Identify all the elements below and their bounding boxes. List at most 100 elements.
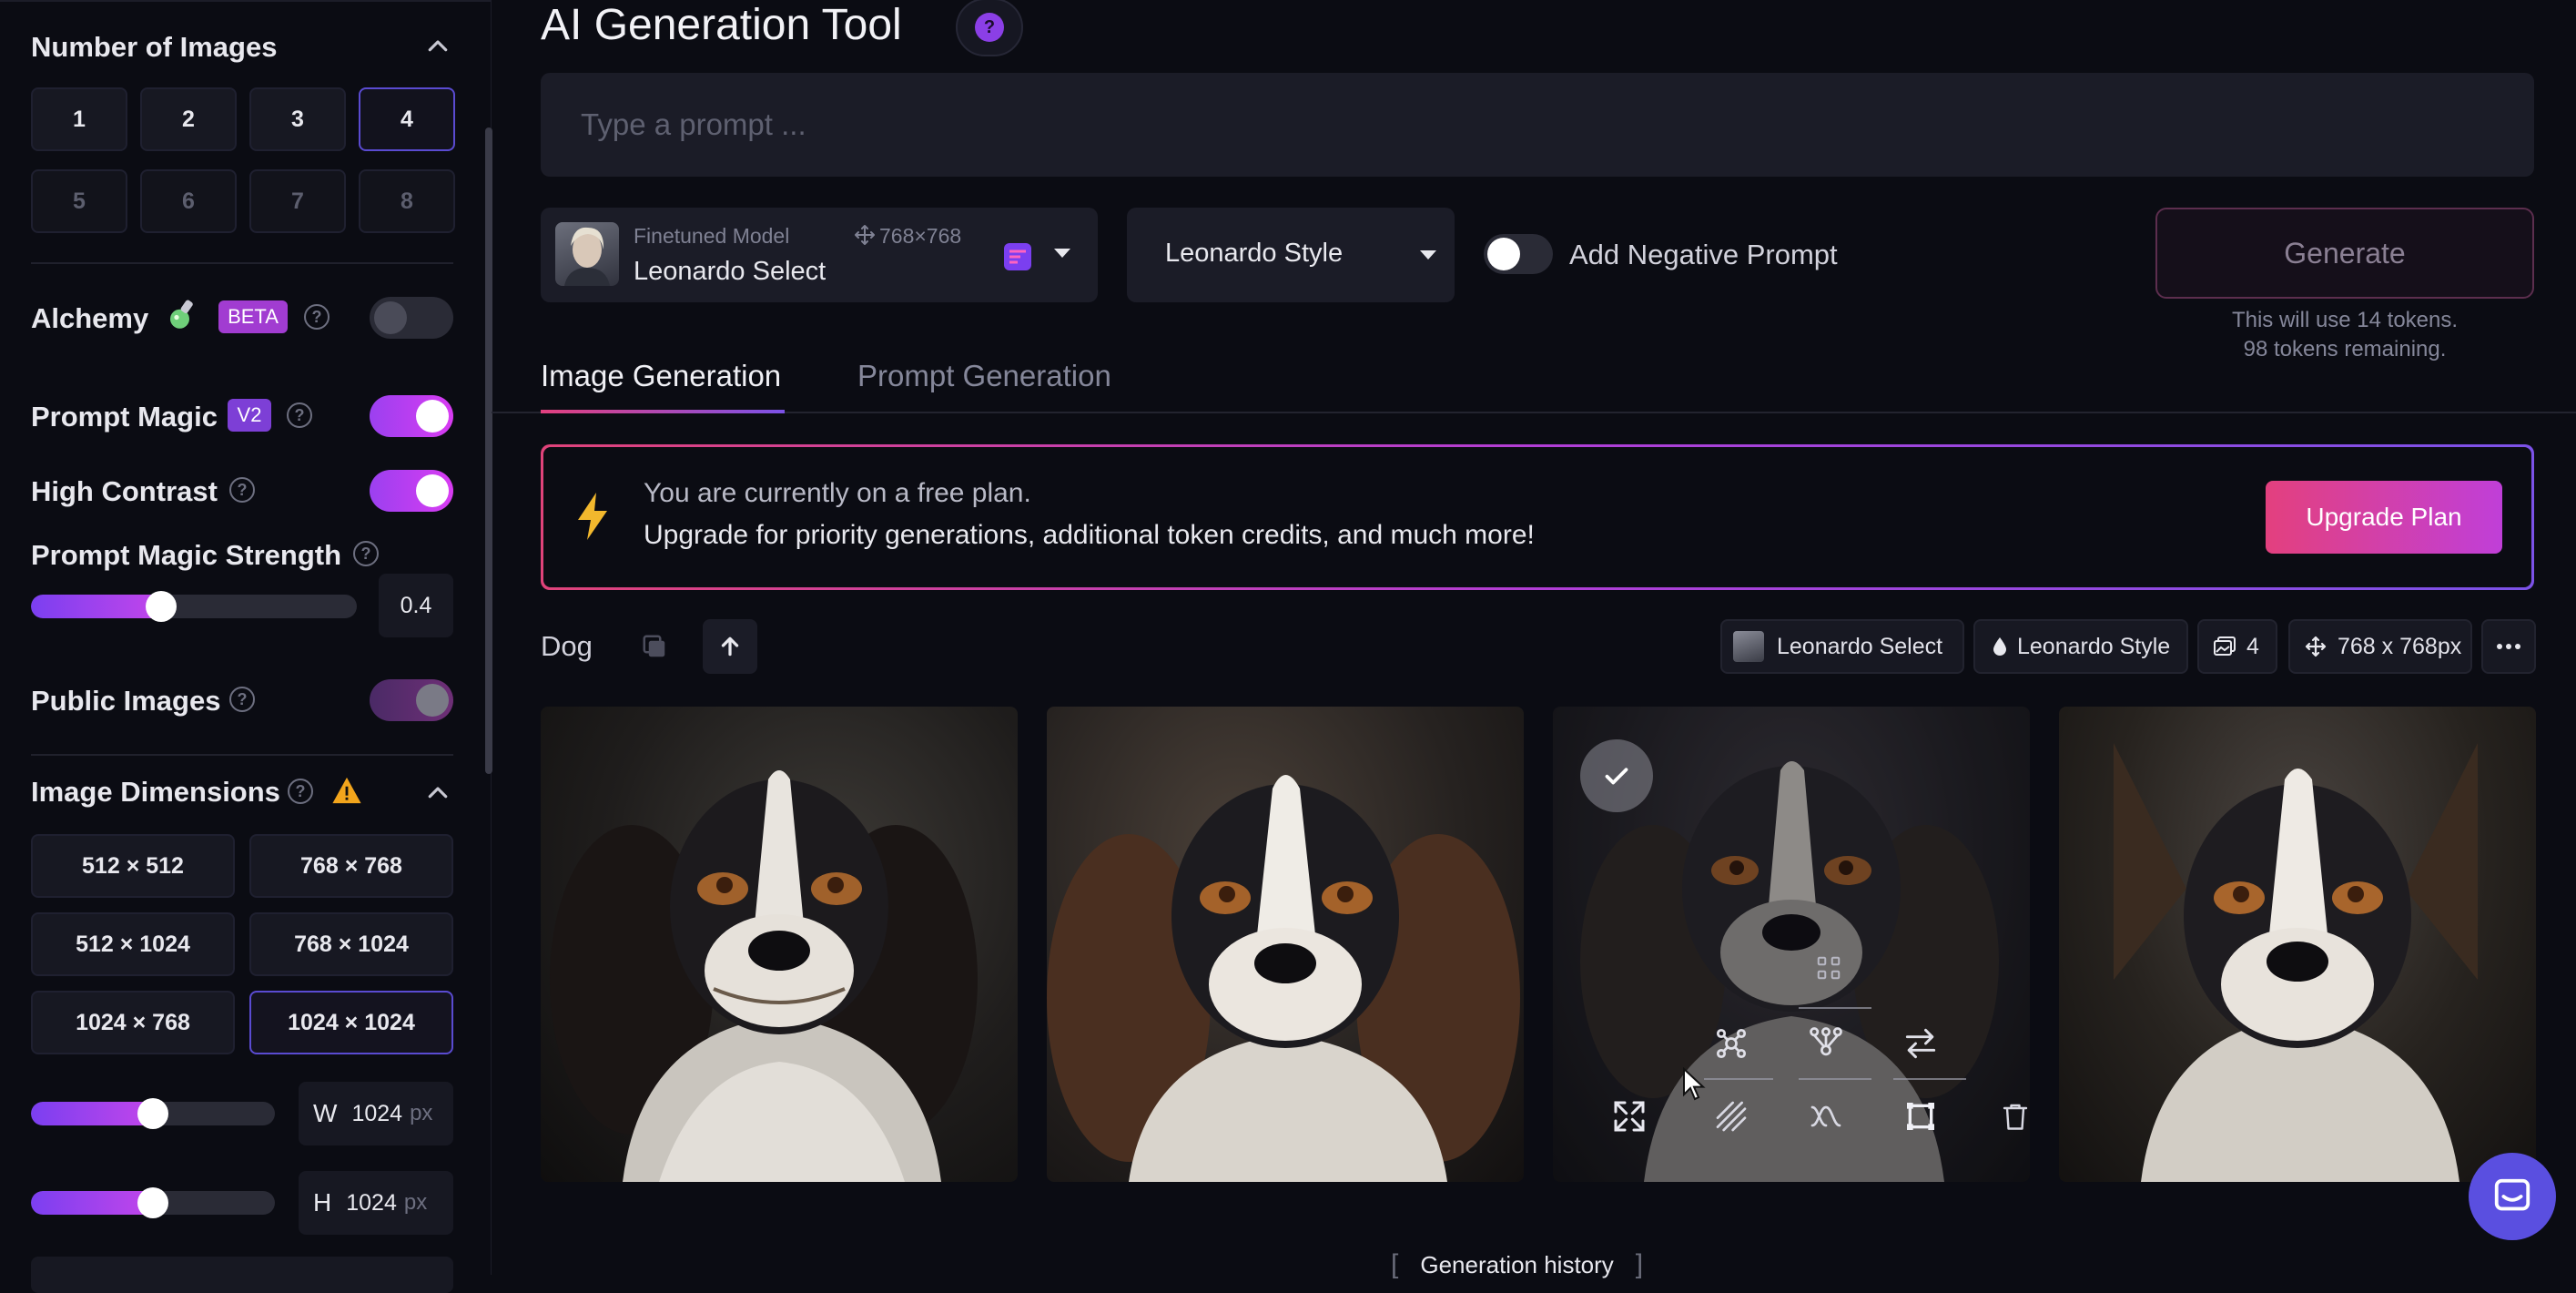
width-input[interactable]: W 1024 px (299, 1082, 453, 1145)
generate-button[interactable]: Generate (2155, 208, 2534, 299)
divider (31, 262, 453, 264)
slider-handle[interactable] (137, 1098, 168, 1129)
number-of-images-title: Number of Images (31, 31, 278, 63)
ellipsis-icon[interactable] (2481, 619, 2536, 674)
token-cost: This will use 14 tokens. (2231, 308, 2459, 332)
dimension-768x1024[interactable]: 768 × 1024 (249, 912, 453, 976)
help-icon[interactable]: ? (288, 779, 313, 804)
dimension-1024x1024[interactable]: 1024 × 1024 (249, 991, 453, 1054)
image-count-3[interactable]: 3 (249, 87, 346, 151)
width-value[interactable]: 1024 (351, 1101, 402, 1127)
check-icon[interactable] (1580, 739, 1653, 812)
sidebar-scrollbar[interactable] (485, 127, 492, 774)
style-selector[interactable]: Leonardo Style (1127, 208, 1455, 302)
chip-style[interactable]: Leonardo Style (1973, 619, 2188, 674)
slider-handle[interactable] (146, 591, 177, 622)
generation-history-link[interactable]: [ Generation history ] (1391, 1249, 1643, 1280)
v2-badge: V2 (228, 399, 271, 432)
lightning-icon (574, 493, 611, 540)
dimension-512x512[interactable]: 512 × 512 (31, 834, 235, 898)
toolbar-divider (1799, 1078, 1871, 1080)
prompt-magic-strength-value[interactable]: 0.4 (379, 574, 453, 637)
chip-model[interactable]: Leonardo Select (1720, 619, 1964, 674)
chevron-up-icon[interactable] (424, 33, 451, 60)
public-images-toggle[interactable] (370, 679, 453, 721)
height-input[interactable]: H 1024 px (299, 1171, 453, 1235)
crop-icon[interactable] (1893, 1089, 1948, 1144)
model-thumbnail (555, 222, 619, 286)
prompt-input[interactable] (581, 100, 2492, 149)
copy-icon[interactable] (632, 626, 677, 667)
height-value[interactable]: 1024 (346, 1190, 397, 1217)
active-tab-indicator (541, 410, 785, 413)
move-icon (2305, 636, 2327, 657)
prompt-magic-toggle[interactable] (370, 395, 453, 437)
tab-prompt-generation[interactable]: Prompt Generation (857, 359, 1111, 393)
help-icon[interactable]: ? (287, 402, 312, 428)
model-size: 768×768 (879, 224, 962, 248)
arrow-up-icon[interactable] (703, 619, 757, 674)
sidebar-top-divider (0, 0, 492, 2)
nodes-icon[interactable] (1799, 1016, 1853, 1071)
toolbar-divider (1704, 1078, 1773, 1080)
warning-icon (331, 776, 362, 805)
bracket-left-icon: [ (1391, 1249, 1399, 1279)
chip-dimensions[interactable]: 768 x 768px (2288, 619, 2472, 674)
remove-background-icon[interactable] (1704, 1089, 1759, 1144)
next-section-field[interactable] (31, 1257, 453, 1293)
help-icon[interactable]: ? (229, 687, 255, 712)
expand-icon[interactable] (1602, 1089, 1657, 1144)
chip-count[interactable]: 4 (2197, 619, 2277, 674)
high-contrast-toggle[interactable] (370, 470, 453, 512)
trash-icon[interactable] (1988, 1089, 2030, 1144)
prompt-magic-strength-slider[interactable] (31, 595, 357, 618)
dog-image-4[interactable] (2059, 707, 2536, 1182)
toolbar-divider (1799, 1007, 1871, 1009)
generation-prompt: Dog (541, 630, 593, 662)
chevron-up-icon[interactable] (424, 779, 451, 807)
image-count-6[interactable]: 6 (140, 169, 237, 233)
drop-icon (1992, 636, 2008, 657)
image-count-5[interactable]: 5 (31, 169, 127, 233)
upgrade-plan-button[interactable]: Upgrade Plan (2266, 481, 2502, 554)
image-dimensions-title: Image Dimensions (31, 776, 280, 808)
swap-icon[interactable] (1893, 1016, 1948, 1071)
tokens-remaining: 98 tokens remaining. (2243, 337, 2447, 361)
help-button[interactable]: ? (956, 0, 1023, 56)
image-count-1[interactable]: 1 (31, 87, 127, 151)
network-icon[interactable] (1704, 1016, 1759, 1071)
dog-image-3[interactable] (1553, 707, 2030, 1182)
dimension-512x1024[interactable]: 512 × 1024 (31, 912, 235, 976)
chevron-down-icon[interactable] (1052, 246, 1072, 260)
negative-prompt-label[interactable]: Add Negative Prompt (1569, 239, 1838, 271)
image-count-8[interactable]: 8 (359, 169, 455, 233)
image-count-7[interactable]: 7 (249, 169, 346, 233)
mouse-cursor (1682, 1067, 1706, 1102)
model-selector[interactable]: Finetuned Model 768×768 Leonardo Select (541, 208, 1098, 302)
help-icon[interactable]: ? (353, 541, 379, 566)
dog-image-1[interactable] (541, 707, 1018, 1182)
help-icon[interactable]: ? (304, 304, 330, 330)
dimension-1024x768[interactable]: 1024 × 768 (31, 991, 235, 1054)
move-icon (854, 224, 876, 246)
alchemy-toggle[interactable] (370, 297, 453, 339)
chat-icon[interactable] (2469, 1153, 2556, 1240)
help-icon: ? (975, 13, 1004, 42)
divider (31, 754, 453, 756)
download-icon[interactable] (1553, 1089, 1562, 1144)
grid-icon[interactable] (1815, 954, 1842, 982)
prompt-magic-label: Prompt Magic (31, 401, 218, 433)
dna-icon[interactable] (1799, 1089, 1853, 1144)
dog-image-2[interactable] (1047, 707, 1524, 1182)
image-count-4[interactable]: 4 (359, 87, 455, 151)
tab-image-generation[interactable]: Image Generation (541, 359, 781, 393)
image-count-2[interactable]: 2 (140, 87, 237, 151)
model-thumbnail (1733, 631, 1764, 662)
dimension-768x768[interactable]: 768 × 768 (249, 834, 453, 898)
upgrade-banner: You are currently on a free plan. Upgrad… (541, 444, 2534, 590)
prompt-library-icon[interactable] (1001, 240, 1034, 273)
negative-prompt-toggle[interactable] (1484, 234, 1553, 274)
slider-handle[interactable] (137, 1187, 168, 1218)
help-icon[interactable]: ? (229, 477, 255, 503)
chevron-down-icon (1418, 248, 1438, 262)
